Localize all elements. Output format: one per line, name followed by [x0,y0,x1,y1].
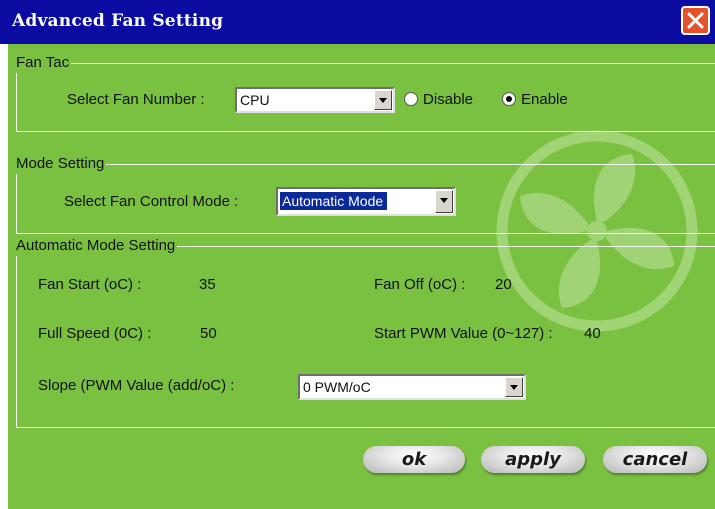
disable-radio[interactable] [404,92,418,106]
chevron-down-icon[interactable] [435,190,453,213]
slope-label: Slope (PWM Value (add/oC) : [38,377,235,394]
apply-button[interactable]: apply [481,446,585,473]
fan-number-select[interactable]: CPU [235,87,395,113]
start-pwm-label: Start PWM Value (0~127) : [374,325,553,342]
ok-button[interactable]: ok [363,446,465,473]
full-speed-value: 50 [200,325,217,342]
dialog-body: Fan Tac Select Fan Number : CPU Disable … [8,44,715,509]
apply-button-label: apply [505,449,561,470]
window-title: Advanced Fan Setting [12,11,224,31]
mode-setting-group-label: Mode Setting [16,154,107,174]
mode-setting-group: Mode Setting Select Fan Control Mode : A… [16,154,715,234]
disable-label[interactable]: Disable [423,90,473,110]
close-icon [687,12,704,29]
chevron-down-icon[interactable] [374,90,392,110]
select-fan-number-label: Select Fan Number : [67,91,205,108]
ok-button-label: ok [401,449,427,470]
close-button[interactable] [681,6,710,35]
fan-tac-group: Fan Tac Select Fan Number : CPU Disable … [16,53,715,132]
fan-off-value: 20 [495,276,512,293]
fan-control-mode-value: Automatic Mode [280,192,388,210]
enable-label[interactable]: Enable [521,90,568,110]
advanced-fan-setting-dialog: Advanced Fan Setting Fan Tac Select Fan … [0,0,715,509]
fan-start-label: Fan Start (oC) : [38,276,142,293]
fan-off-label: Fan Off (oC) : [374,276,466,293]
fan-start-value: 35 [199,276,216,293]
cancel-button-label: cancel [622,449,688,470]
enable-radio[interactable] [502,92,516,106]
title-bar: Advanced Fan Setting [0,0,715,44]
cancel-button[interactable]: cancel [603,446,707,473]
start-pwm-value: 40 [584,325,601,342]
fan-control-mode-select[interactable]: Automatic Mode [276,187,456,216]
select-fan-control-mode-label: Select Fan Control Mode : [64,193,239,210]
full-speed-label: Full Speed (0C) : [38,325,152,342]
chevron-down-icon[interactable] [505,377,523,397]
slope-value: 0 PWM/oC [303,379,371,395]
automatic-mode-setting-group: Automatic Mode Setting Fan Start (oC) : … [16,236,715,428]
fan-tac-group-label: Fan Tac [16,53,72,73]
fan-number-value: CPU [240,92,270,108]
automatic-mode-setting-group-label: Automatic Mode Setting [16,236,178,256]
slope-select[interactable]: 0 PWM/oC [298,374,526,400]
